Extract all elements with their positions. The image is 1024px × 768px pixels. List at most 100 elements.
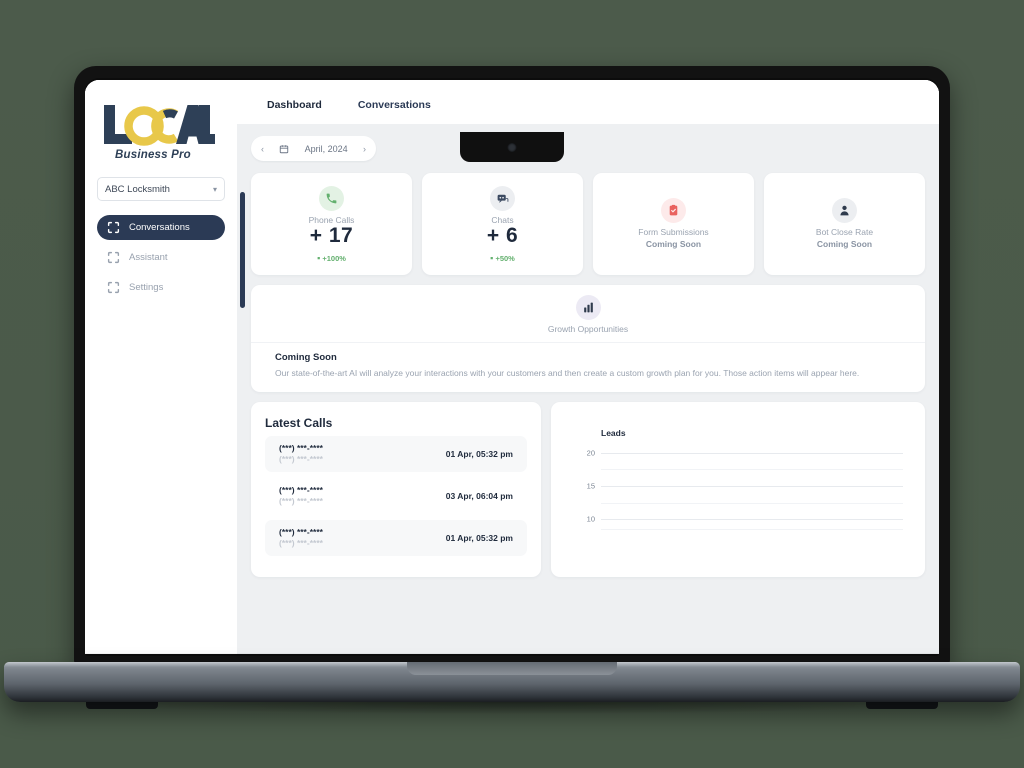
calendar-icon[interactable]: [279, 144, 289, 154]
date-label: April, 2024: [304, 143, 348, 154]
bar-chart-icon: [575, 295, 601, 320]
webcam-notch: [460, 132, 564, 162]
call-number: (***) ***-**** (***) ***-****: [279, 443, 323, 466]
call-time: 01 Apr, 05:32 pm: [445, 533, 513, 544]
chart-gridline-minor: [601, 529, 903, 531]
sidebar-item-assistant[interactable]: Assistant: [97, 245, 225, 270]
coming-soon-label: Coming Soon: [816, 238, 873, 249]
sidebar: Business Pro ABC Locksmith ▾ Conversatio…: [85, 80, 245, 654]
call-time: 03 Apr, 06:04 pm: [445, 491, 513, 502]
grid-icon: [107, 251, 120, 264]
sidebar-item-conversations[interactable]: Conversations: [97, 215, 225, 240]
clipboard-check-glyph-icon: [669, 204, 678, 216]
sidebar-nav: Conversations Assistant Settings: [97, 215, 225, 300]
stat-card-phone-calls[interactable]: Phone Calls + 17 ▪ +100%: [251, 173, 412, 275]
stat-label: Form Submissions: [638, 227, 709, 238]
sidebar-item-label: Conversations: [129, 222, 190, 233]
call-number: (***) ***-**** (***) ***-****: [279, 527, 323, 550]
stat-value: + 17: [309, 223, 354, 247]
stat-delta: ▪ +100%: [317, 253, 346, 263]
chart-y-tick-label: 15: [586, 481, 595, 491]
laptop-open-notch: [407, 662, 617, 675]
laptop-base: [4, 662, 1020, 702]
stat-coming-soon: Bot Close Rate Coming Soon: [816, 227, 873, 250]
call-number-primary: (***) ***-****: [279, 526, 323, 537]
growth-body: Coming Soon Our state-of-the-art AI will…: [251, 343, 925, 392]
date-navigator: ‹ April, 2024 ›: [251, 136, 376, 161]
chart-title: Leads: [601, 428, 626, 439]
call-number: (***) ***-**** (***) ***-****: [279, 485, 323, 508]
dashboard-content: ‹ April, 2024 › Phone Calls + 17 ▪ +100%…: [237, 124, 939, 654]
stat-card-chats[interactable]: Chats + 6 ▪ +50%: [422, 173, 583, 275]
call-number-secondary: (***) ***-****: [279, 496, 323, 507]
tab-conversations[interactable]: Conversations: [342, 99, 447, 124]
call-number-primary: (***) ***-****: [279, 442, 323, 453]
call-number-secondary: (***) ***-****: [279, 538, 323, 549]
stat-coming-soon: Form Submissions Coming Soon: [638, 227, 708, 250]
delta-dot-icon: ▪: [317, 252, 321, 263]
tab-dashboard[interactable]: Dashboard: [251, 99, 338, 124]
person-icon: [832, 198, 857, 224]
webcam-icon: [507, 143, 517, 152]
laptop-shadow: [60, 700, 964, 714]
chat-bot-glyph-icon: [497, 194, 509, 203]
coming-soon-label: Coming Soon: [645, 238, 702, 249]
stat-card-bot-close-rate[interactable]: Bot Close Rate Coming Soon: [764, 173, 925, 275]
delta-dot-icon: ▪: [490, 252, 494, 263]
delta-value: +50%: [495, 253, 515, 263]
growth-text: Our state-of-the-art AI will analyze you…: [275, 368, 860, 378]
sidebar-item-label: Settings: [129, 282, 164, 293]
call-list-item[interactable]: (***) ***-**** (***) ***-**** 01 Apr, 05…: [265, 436, 527, 473]
growth-title: Coming Soon: [275, 352, 337, 363]
chat-bot-icon: [490, 185, 515, 211]
call-time: 01 Apr, 05:32 pm: [445, 449, 513, 460]
chart-y-tick-label: 20: [586, 448, 595, 458]
panel-title: Latest Calls: [265, 416, 333, 431]
app-logo[interactable]: Business Pro: [97, 102, 225, 161]
stat-label: Bot Close Rate: [815, 227, 874, 238]
person-glyph-icon: [840, 205, 849, 216]
chart-y-tick-label: 10: [586, 514, 595, 524]
stat-value: + 6: [486, 223, 519, 247]
main-area: Dashboard Conversations ‹ April, 2024 ›: [237, 80, 939, 654]
stat-cards: Phone Calls + 17 ▪ +100% Chats + 6 ▪ +50…: [251, 173, 925, 275]
page-scrollbar[interactable]: [240, 192, 245, 308]
logo-mark-icon: [104, 105, 215, 146]
phone-glyph-icon: [326, 193, 337, 203]
bar-chart-glyph-icon: [583, 302, 593, 313]
chart-gridline-minor: [601, 502, 903, 504]
grid-icon: [107, 221, 120, 234]
stat-card-form-submissions[interactable]: Form Submissions Coming Soon: [593, 173, 754, 275]
screen-bottom-edge: [85, 653, 939, 654]
chart-gridline: [601, 452, 903, 454]
leads-chart-panel: Leads 20 15 10: [551, 402, 925, 578]
growth-header: Growth Opportunities: [251, 285, 925, 343]
bottom-row: Latest Calls (***) ***-**** (***) ***-**…: [251, 402, 925, 578]
phone-icon: [319, 185, 344, 211]
business-selector[interactable]: ABC Locksmith ▾: [97, 177, 225, 201]
growth-opportunities-panel: Growth Opportunities Coming Soon Our sta…: [251, 285, 925, 393]
logo-subtitle: Business Pro: [115, 149, 191, 161]
latest-calls-panel: Latest Calls (***) ***-**** (***) ***-**…: [251, 402, 541, 578]
delta-value: +100%: [322, 253, 346, 263]
call-list-item[interactable]: (***) ***-**** (***) ***-**** 03 Apr, 06…: [265, 478, 527, 514]
sidebar-item-label: Assistant: [129, 252, 168, 263]
chart-gridline: [601, 485, 903, 487]
clipboard-check-icon: [661, 198, 686, 224]
chart-gridline-minor: [601, 469, 903, 471]
chart-gridline: [601, 519, 903, 521]
laptop-screen: Business Pro ABC Locksmith ▾ Conversatio…: [85, 80, 939, 654]
stat-delta: ▪ +50%: [490, 253, 515, 263]
next-month-button[interactable]: ›: [363, 144, 366, 154]
business-selector-value: ABC Locksmith: [105, 183, 170, 195]
grid-icon: [107, 281, 120, 294]
call-list-item[interactable]: (***) ***-**** (***) ***-**** 01 Apr, 05…: [265, 520, 527, 557]
laptop-mockup: Business Pro ABC Locksmith ▾ Conversatio…: [0, 0, 1024, 768]
tab-bar: Dashboard Conversations: [237, 80, 939, 124]
call-number-secondary: (***) ***-****: [279, 454, 323, 465]
call-number-primary: (***) ***-****: [279, 484, 323, 495]
prev-month-button[interactable]: ‹: [261, 144, 264, 154]
chevron-down-icon: ▾: [212, 184, 217, 194]
leads-chart-plot: 20 15 10: [567, 444, 909, 536]
sidebar-item-settings[interactable]: Settings: [97, 275, 225, 300]
